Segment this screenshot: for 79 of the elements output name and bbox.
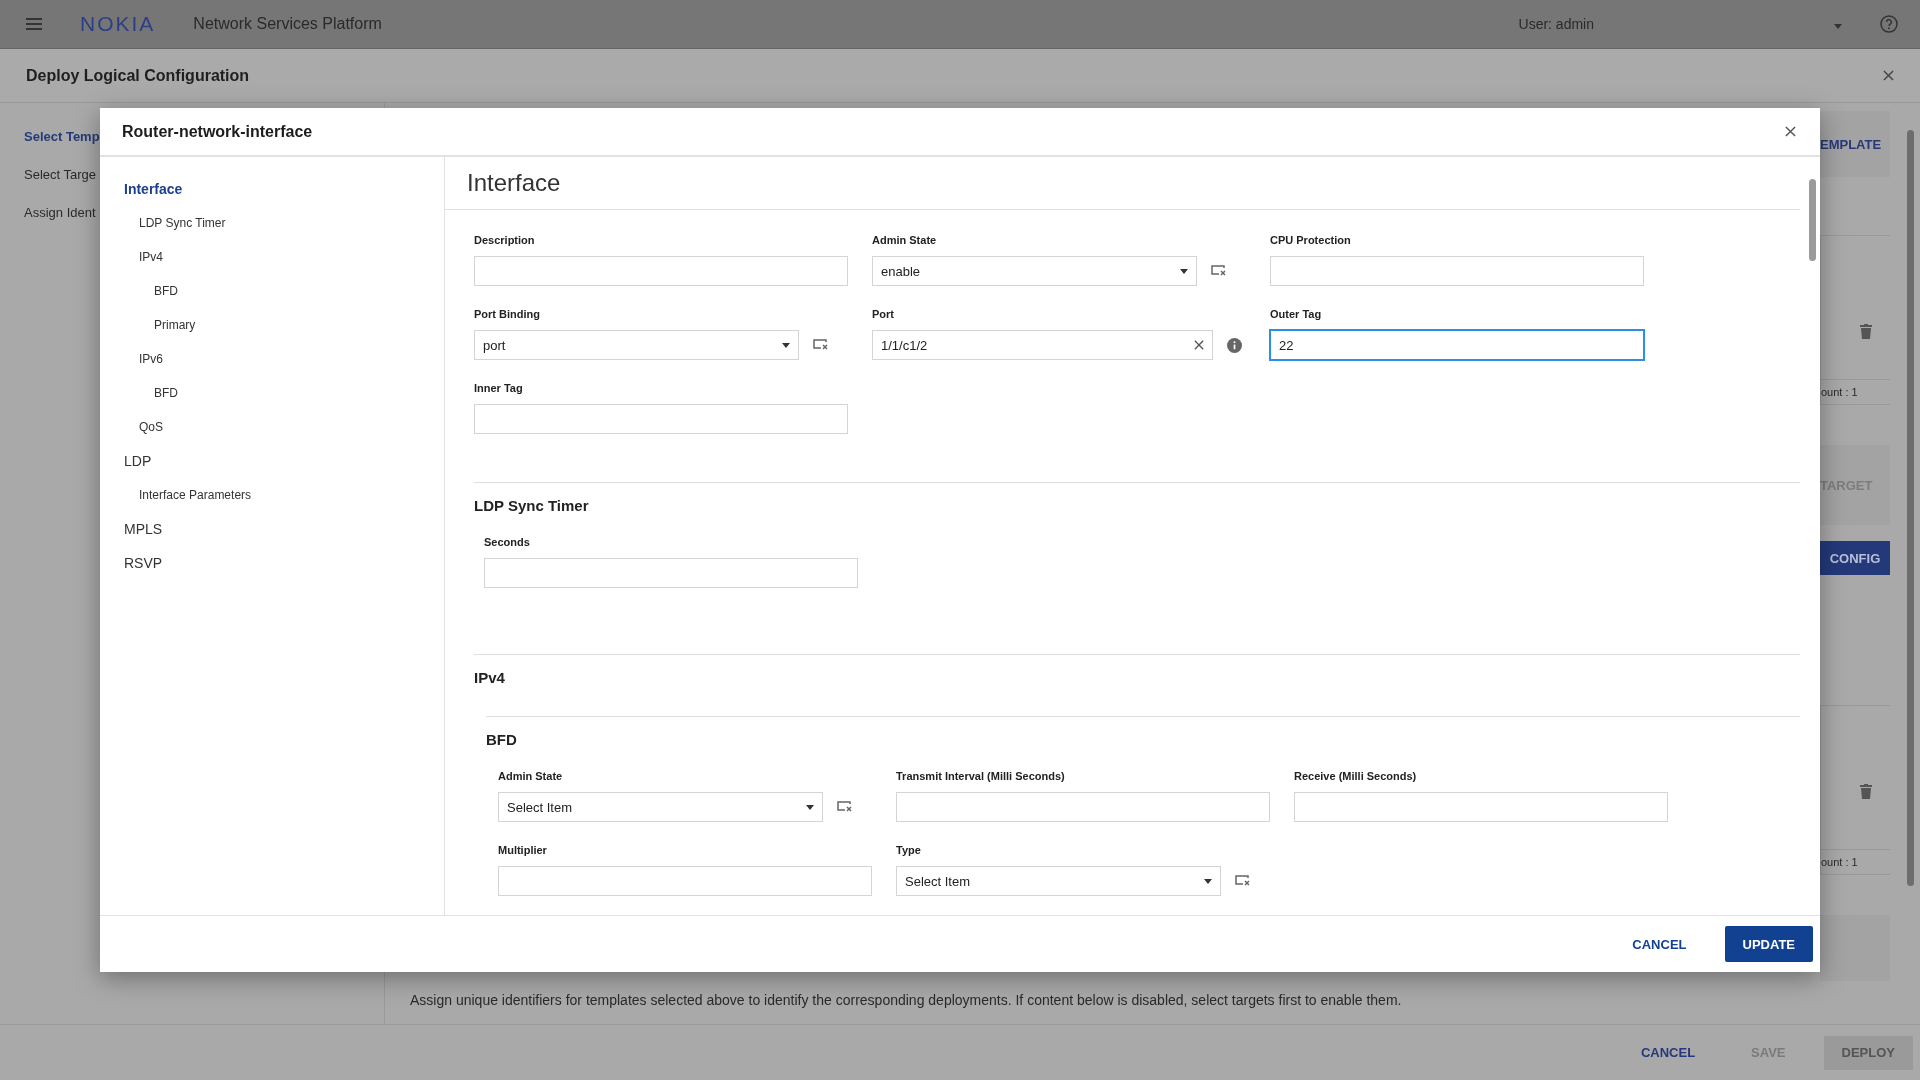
dropdown[interactable]: enable [872,256,1197,286]
input-field[interactable]: 1/1/c1/2 [872,330,1213,360]
nav-item[interactable]: IPv6 [124,342,444,376]
table-footer: ount : 1 [1821,379,1890,404]
dialog-title: Router-network-interface [122,122,313,141]
cancel-button[interactable]: CANCEL [1614,926,1705,962]
nav-item[interactable]: QoS [124,410,444,444]
field-label: CPU Protection [1270,234,1352,246]
input-field[interactable] [484,558,858,588]
close-icon[interactable] [1194,340,1204,350]
input-field[interactable] [498,866,872,896]
reset-icon[interactable] [1235,875,1251,887]
reset-icon[interactable] [837,801,853,813]
input-field[interactable] [1270,256,1644,286]
nav-item[interactable]: RSVP [124,546,444,580]
dropdown-value: Select Item [905,873,971,889]
trash-icon[interactable] [1860,324,1872,339]
dropdown[interactable]: port [474,330,799,360]
close-icon[interactable] [1785,126,1796,137]
field-label: Transmit Interval (Milli Seconds) [896,770,1066,782]
trash-icon[interactable] [1860,784,1872,799]
nav-item[interactable]: BFD [124,274,444,308]
config-button[interactable]: CONFIG [1820,541,1890,575]
caret-icon [806,804,814,810]
dropdown-value: Select Item [507,799,573,815]
footer-button[interactable]: CANCEL [1622,1035,1714,1070]
dropdown-value: port [483,337,506,353]
app-title: Network Services Platform [193,15,382,33]
info-icon[interactable] [1227,337,1242,353]
section-band [1820,915,1890,981]
input-field[interactable] [474,404,848,434]
section-title: LDP Sync Timer [474,497,590,514]
field-label: Type [896,844,922,856]
nav-item[interactable]: Interface [124,172,444,206]
field-label: Inner Tag [474,382,524,394]
field-label: Admin State [872,234,938,246]
close-icon[interactable] [1883,69,1894,81]
dropdown[interactable]: Select Item [896,866,1221,896]
update-button[interactable]: UPDATE [1724,926,1813,962]
reset-icon[interactable] [813,339,829,351]
nav-item[interactable]: LDP [124,444,444,478]
input-field[interactable] [1294,792,1668,822]
caret-icon [1834,24,1842,29]
nav-item[interactable]: BFD [124,376,444,410]
input-field[interactable] [474,256,848,286]
menu-icon[interactable] [26,18,42,30]
nav-item[interactable]: MPLS [124,512,444,546]
field-label: Port Binding [474,308,541,320]
field-label: Outer Tag [1270,308,1323,320]
field-label: Receive (Milli Seconds) [1294,770,1418,782]
caret-icon [1204,878,1212,884]
table-footer: ount : 1 [1821,849,1890,874]
input-value: 1/1/c1/2 [881,337,928,353]
page-title: Deploy Logical Configuration [26,66,250,85]
field-label: Multiplier [498,844,548,856]
section-title: BFD [486,731,518,748]
dropdown[interactable]: Select Item [498,792,823,822]
nav-item[interactable]: Interface Parameters [124,478,444,512]
reset-icon[interactable] [1211,265,1227,277]
input-field[interactable]: 22 [1270,330,1644,360]
scrollbar[interactable] [1809,179,1816,261]
nav-item[interactable]: IPv4 [124,240,444,274]
help-icon[interactable] [1880,15,1898,33]
nav-item[interactable]: Primary [124,308,444,342]
field-label: Port [872,308,895,320]
input-field[interactable] [896,792,1270,822]
nav-item[interactable]: LDP Sync Timer [124,206,444,240]
field-label: Description [474,234,536,246]
description-text: Assign unique identifiers for templates selected above to identify the corresponding deployments. If content below is disabled, select targets first to enable them. [409,992,1403,1010]
caret-icon [1180,268,1188,274]
caret-icon [782,342,790,348]
field-label: Seconds [484,536,531,548]
dropdown-value: enable [881,263,921,279]
logo: NOKIA [80,12,156,36]
section-band[interactable]: EMPLATE [1820,111,1890,177]
section-heading: Interface [467,169,561,197]
field-label: Admin State [498,770,564,782]
section-title: IPv4 [474,669,506,686]
scrollbar[interactable] [1907,130,1914,886]
